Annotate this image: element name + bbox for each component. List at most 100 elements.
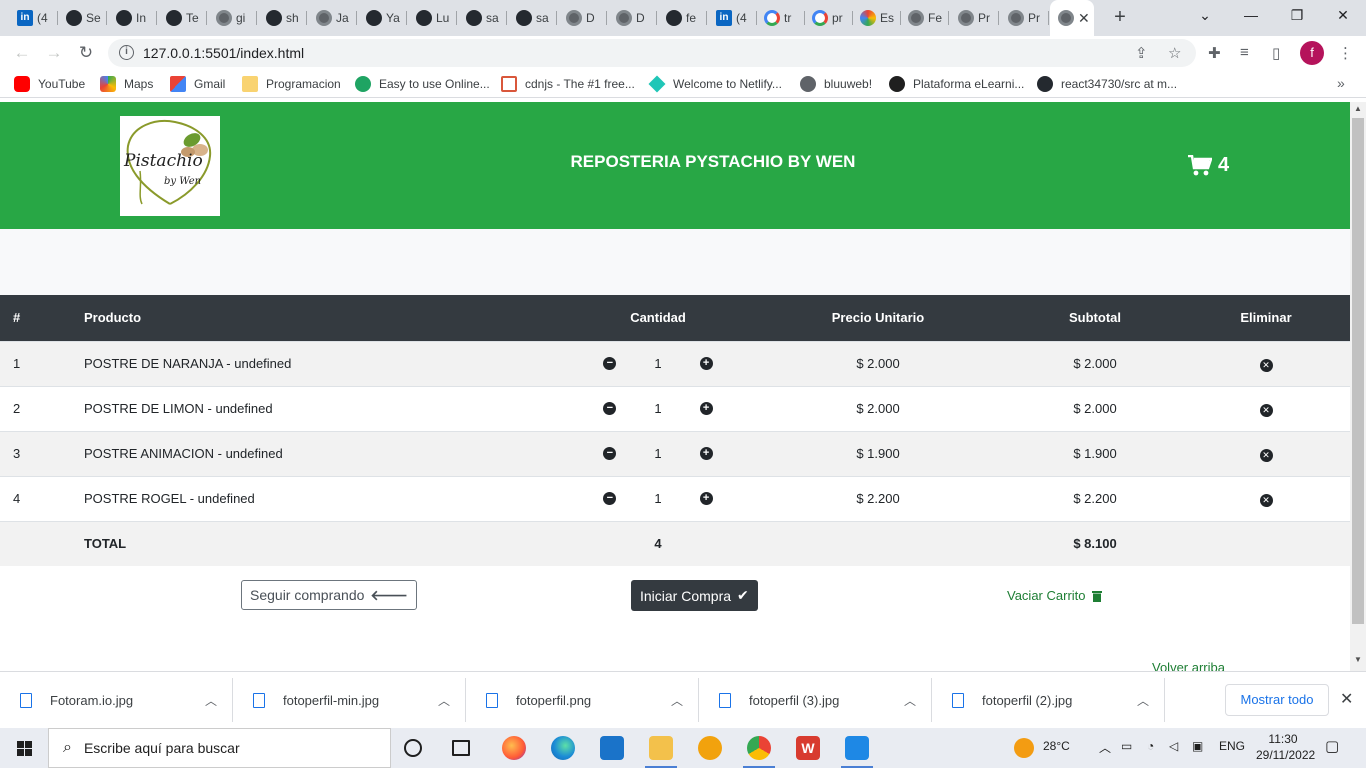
- extensions-icon[interactable]: ✚: [1208, 44, 1221, 62]
- new-tab-button[interactable]: +: [1108, 6, 1132, 30]
- browser-tab[interactable]: sh: [258, 6, 307, 30]
- empty-cart-button[interactable]: Vaciar Carrito: [1007, 588, 1102, 603]
- browser-tab[interactable]: pr: [804, 6, 853, 30]
- download-item[interactable]: fotoperfil (2).jpg ︿: [932, 672, 1165, 729]
- bookmark-item[interactable]: Programacion: [242, 76, 341, 92]
- battery-icon[interactable]: ▭: [1121, 739, 1132, 753]
- browser-tab[interactable]: tr: [756, 6, 805, 30]
- browser-tab[interactable]: Se: [58, 6, 107, 30]
- tray-chevron-icon[interactable]: ︿: [1099, 739, 1111, 756]
- bookmark-item[interactable]: bluuweb!: [800, 76, 872, 92]
- scroll-down-icon[interactable]: ▼: [1350, 655, 1366, 669]
- remove-item-icon[interactable]: ✕: [1259, 493, 1273, 507]
- remove-item-icon[interactable]: ✕: [1259, 403, 1273, 417]
- bookmark-item[interactable]: Gmail: [170, 76, 225, 92]
- bookmark-item[interactable]: Welcome to Netlify...: [648, 75, 782, 93]
- tab-active[interactable]: ✕: [1050, 0, 1094, 36]
- decrease-quantity-icon[interactable]: −: [603, 357, 617, 370]
- browser-tab[interactable]: gi: [208, 6, 257, 30]
- edge-icon[interactable]: [551, 736, 575, 760]
- browser-tab[interactable]: sa: [508, 6, 557, 30]
- menu-kebab-icon[interactable]: ⋮: [1338, 44, 1353, 62]
- cortana-icon[interactable]: [404, 739, 422, 757]
- browser-tab[interactable]: Pr: [1000, 6, 1049, 30]
- bookmark-item[interactable]: react34730/src at m...: [1037, 76, 1177, 92]
- back-button[interactable]: ←: [9, 40, 35, 66]
- close-downloads-icon[interactable]: ✕: [1340, 689, 1353, 709]
- chevron-up-icon[interactable]: ︿: [205, 692, 217, 709]
- bookmark-item[interactable]: Plataforma eLearni...: [889, 76, 1024, 92]
- mail-icon[interactable]: [600, 736, 624, 760]
- network-icon[interactable]: ◔: [1147, 739, 1154, 753]
- increase-quantity-icon[interactable]: +: [699, 447, 713, 460]
- browser-tab[interactable]: in (4: [708, 6, 757, 30]
- browser-tab[interactable]: Te: [158, 6, 207, 30]
- chevron-up-icon[interactable]: ︿: [671, 692, 683, 709]
- browser-tab[interactable]: Fe: [900, 6, 949, 30]
- decrease-quantity-icon[interactable]: −: [603, 492, 617, 505]
- increase-quantity-icon[interactable]: +: [699, 492, 713, 505]
- forward-button[interactable]: →: [41, 40, 67, 66]
- decrease-quantity-icon[interactable]: −: [603, 402, 617, 415]
- vscode-icon[interactable]: [841, 736, 873, 768]
- wps-office-icon[interactable]: W: [796, 736, 820, 760]
- scroll-up-icon[interactable]: ▲: [1350, 104, 1366, 118]
- more-bookmarks-icon[interactable]: »: [1337, 75, 1345, 91]
- browser-tab[interactable]: Lu: [408, 6, 457, 30]
- chrome-icon[interactable]: [743, 736, 775, 768]
- firefox-icon[interactable]: [502, 736, 526, 760]
- chevron-up-icon[interactable]: ︿: [904, 692, 916, 709]
- increase-quantity-icon[interactable]: +: [699, 402, 713, 415]
- volume-icon[interactable]: ◁: [1169, 739, 1178, 753]
- bookmark-item[interactable]: cdnjs - The #1 free...: [501, 76, 635, 92]
- browser-tab[interactable]: Es: [852, 6, 901, 30]
- show-all-downloads-button[interactable]: Mostrar todo: [1225, 684, 1329, 716]
- windows-start-button[interactable]: [0, 728, 48, 768]
- cart-widget[interactable]: 4: [1188, 154, 1229, 177]
- reading-list-icon[interactable]: ≡: [1240, 44, 1249, 61]
- address-bar[interactable]: i 127.0.0.1:5501/index.html ⇪ ☆: [108, 39, 1196, 67]
- page-scrollbar[interactable]: ▲ ▼: [1350, 102, 1366, 671]
- close-window-button[interactable]: ✕: [1320, 0, 1366, 30]
- chevron-up-icon[interactable]: ︿: [1137, 692, 1149, 709]
- url-text[interactable]: 127.0.0.1:5501/index.html: [143, 45, 304, 61]
- browser-tab[interactable]: D: [608, 6, 657, 30]
- side-panel-icon[interactable]: ▯: [1272, 44, 1280, 62]
- weather-temp[interactable]: 28°C: [1043, 739, 1070, 753]
- tab-close-icon[interactable]: ✕: [1078, 10, 1090, 27]
- tab-search-icon[interactable]: ⌄: [1182, 0, 1228, 30]
- bookmark-item[interactable]: Easy to use Online...: [355, 76, 490, 92]
- reload-button[interactable]: ↻: [73, 40, 99, 66]
- file-explorer-icon[interactable]: [645, 736, 677, 768]
- browser-tab[interactable]: fe: [658, 6, 707, 30]
- download-item[interactable]: Fotoram.io.jpg ︿: [0, 672, 233, 729]
- brave-icon[interactable]: [698, 736, 722, 760]
- taskbar-search[interactable]: ⌕ Escribe aquí para buscar: [48, 728, 391, 768]
- language-indicator[interactable]: ENG: [1219, 739, 1245, 753]
- maximize-button[interactable]: ❐: [1274, 0, 1320, 30]
- minimize-button[interactable]: —: [1228, 0, 1274, 30]
- chevron-up-icon[interactable]: ︿: [438, 692, 450, 709]
- clock[interactable]: 11:30 29/11/2022: [1256, 731, 1315, 763]
- weather-icon[interactable]: [1014, 738, 1034, 758]
- browser-tab[interactable]: sa: [458, 6, 507, 30]
- browser-tab[interactable]: Ya: [358, 6, 407, 30]
- remove-item-icon[interactable]: ✕: [1259, 358, 1273, 372]
- remove-item-icon[interactable]: ✕: [1259, 448, 1273, 462]
- bookmark-star-icon[interactable]: ☆: [1168, 44, 1181, 62]
- display-icon[interactable]: ▣: [1192, 739, 1203, 753]
- site-info-icon[interactable]: i: [119, 45, 134, 60]
- notifications-icon[interactable]: ▢: [1325, 737, 1339, 755]
- browser-tab[interactable]: Pr: [950, 6, 999, 30]
- back-to-top-link[interactable]: Volver arriba: [1152, 660, 1225, 671]
- profile-avatar[interactable]: f: [1300, 41, 1324, 65]
- scrollbar-thumb[interactable]: [1352, 118, 1364, 624]
- bookmark-item[interactable]: Maps: [100, 76, 153, 92]
- task-view-icon[interactable]: [452, 740, 470, 756]
- download-item[interactable]: fotoperfil.png ︿: [466, 672, 699, 729]
- checkout-button[interactable]: Iniciar Compra ✔: [631, 580, 758, 611]
- decrease-quantity-icon[interactable]: −: [603, 447, 617, 460]
- browser-tab[interactable]: In: [108, 6, 157, 30]
- share-icon[interactable]: ⇪: [1135, 44, 1148, 62]
- browser-tab[interactable]: in (4: [9, 6, 58, 30]
